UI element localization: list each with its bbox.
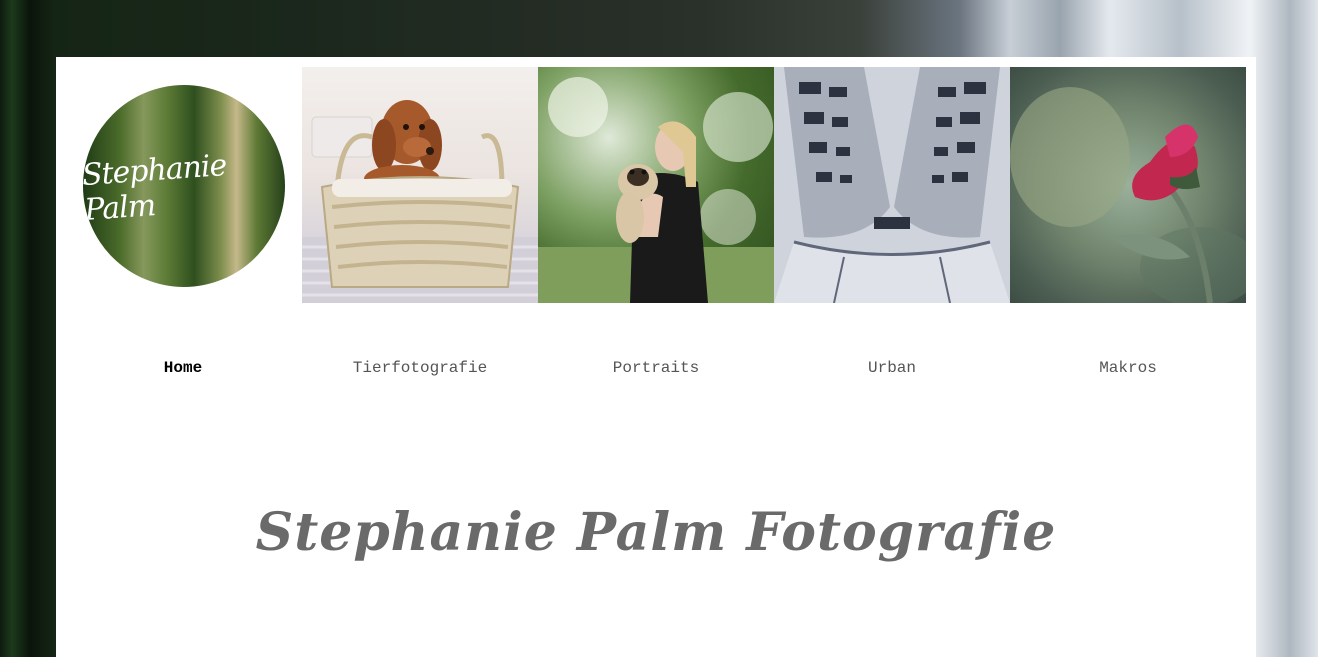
site-title: Stephanie Palm Fotografie bbox=[255, 501, 1057, 563]
photo-macro[interactable] bbox=[1010, 67, 1246, 303]
page-container: Stephanie Palm Home Tierfotografie Portr… bbox=[56, 57, 1256, 657]
puppy-illustration bbox=[302, 100, 538, 303]
logo[interactable]: Stephanie Palm bbox=[83, 85, 285, 287]
flower-illustration bbox=[1010, 87, 1246, 303]
photo-urban[interactable] bbox=[774, 67, 1010, 303]
nav-home[interactable]: Home bbox=[65, 353, 301, 383]
nav-tierfotografie[interactable]: Tierfotografie bbox=[302, 353, 538, 383]
photo-puppy[interactable] bbox=[302, 67, 538, 303]
logo-text: Stephanie Palm bbox=[83, 148, 228, 228]
nav-makros[interactable]: Makros bbox=[1010, 353, 1246, 383]
main-nav: Home Tierfotografie Portraits Urban Makr… bbox=[56, 353, 1256, 383]
photo-portrait[interactable] bbox=[538, 67, 774, 303]
urban-illustration bbox=[774, 67, 1010, 303]
nav-urban[interactable]: Urban bbox=[774, 353, 1010, 383]
portrait-illustration bbox=[538, 77, 774, 303]
nav-portraits[interactable]: Portraits bbox=[538, 353, 774, 383]
photo-strip bbox=[302, 67, 1246, 303]
